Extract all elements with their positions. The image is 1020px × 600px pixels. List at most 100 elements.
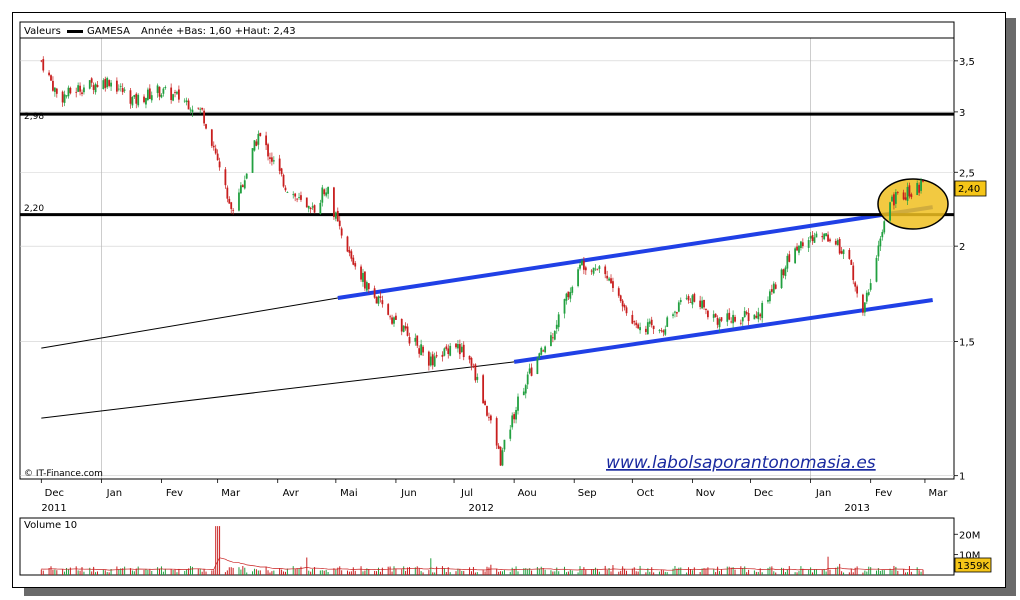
candle-body	[526, 374, 529, 385]
level-label-298: 2,98	[24, 112, 44, 122]
candle-body	[908, 185, 911, 197]
candle-body	[476, 376, 479, 380]
x-month-label: Sep	[578, 488, 597, 499]
candle-body	[798, 245, 800, 253]
candle-body	[271, 157, 273, 162]
candle-body	[158, 86, 161, 97]
candle-body	[110, 82, 112, 87]
candle-body	[734, 316, 736, 322]
candle-body	[619, 295, 622, 301]
level-label-220: 2,20	[24, 204, 44, 214]
candle-body	[325, 192, 328, 196]
candle-body	[406, 326, 409, 336]
candle-body	[732, 314, 734, 324]
candle-body	[360, 266, 362, 280]
candle-body	[92, 85, 95, 90]
candle-body	[538, 353, 541, 359]
stock-chart: Valeurs GAMESA Année +Bas: 1,60 +Haut: 2…	[19, 21, 992, 576]
candle-body	[840, 251, 843, 254]
candle-body	[631, 314, 634, 324]
candle-body	[240, 185, 242, 194]
candle-body	[389, 316, 392, 318]
candle-body	[637, 324, 640, 329]
candle-body	[311, 206, 314, 208]
candle-body	[747, 313, 750, 321]
candle-body	[172, 94, 174, 101]
candle-body	[542, 350, 545, 352]
candle-body	[699, 300, 702, 307]
candle-body	[53, 87, 56, 92]
credit-text: © IT-Finance.com	[24, 469, 103, 479]
candle-body	[730, 321, 733, 323]
candle-body	[338, 220, 341, 227]
candle-body	[739, 322, 742, 324]
candle-body	[115, 80, 118, 92]
candle-body	[745, 312, 748, 314]
candle-body	[352, 257, 355, 265]
candle-body	[117, 88, 120, 90]
candle-body	[265, 135, 267, 146]
candle-body	[362, 272, 364, 282]
candle-body	[530, 367, 533, 376]
watermark-link[interactable]: www.labolsaporantonomasia.es	[606, 453, 876, 473]
candle-body	[800, 241, 802, 249]
candle-body	[703, 299, 705, 308]
candle-body	[782, 269, 785, 276]
candle-body	[278, 158, 281, 171]
candle-body	[877, 245, 880, 257]
candle-body	[243, 180, 246, 189]
candle-body	[567, 291, 570, 298]
candle-body	[488, 417, 490, 419]
candle-body	[889, 202, 891, 221]
candle-body	[472, 366, 475, 368]
candle-body	[693, 293, 696, 302]
candle-body	[83, 87, 85, 93]
candle-body	[336, 210, 339, 222]
candle-body	[484, 401, 486, 406]
candle-body	[81, 92, 83, 95]
candle-body	[422, 346, 424, 353]
candle-body	[269, 157, 271, 159]
candle-body	[893, 194, 895, 206]
candle-body	[815, 233, 818, 238]
candle-body	[922, 180, 924, 182]
y-tick-label: 1,5	[959, 337, 975, 348]
candle-body	[676, 312, 678, 314]
candle-body	[391, 317, 393, 324]
candle-body	[189, 109, 192, 111]
candle-body	[79, 85, 81, 92]
candle-body	[354, 263, 357, 267]
candle-body	[509, 429, 512, 439]
candle-body	[569, 292, 572, 299]
candle-body	[226, 187, 229, 199]
x-month-label: Dec	[45, 488, 64, 499]
x-month-label: Mar	[928, 488, 948, 499]
candle-body	[296, 198, 298, 200]
candle-body	[906, 186, 909, 201]
candle-body	[187, 100, 190, 110]
x-year-label: 2012	[468, 503, 493, 514]
candle-body	[623, 305, 626, 308]
candle-body	[486, 405, 488, 416]
candle-body	[755, 315, 758, 318]
candle-body	[869, 283, 872, 290]
candle-body	[150, 95, 153, 101]
candle-body	[106, 77, 109, 88]
candle-body	[420, 344, 423, 356]
candle-body	[714, 313, 717, 318]
candle-body	[50, 75, 52, 81]
candle-body	[563, 299, 566, 314]
candle-body	[786, 255, 789, 269]
candle-body	[757, 312, 760, 320]
candle-body	[689, 301, 692, 303]
candle-body	[691, 295, 694, 305]
candle-body	[42, 59, 45, 71]
candle-body	[272, 160, 275, 162]
candle-body	[404, 326, 407, 329]
candle-body	[823, 233, 826, 240]
candle-body	[462, 344, 465, 358]
last-price-label: 2,40	[958, 184, 980, 195]
x-month-label: Jan	[106, 488, 122, 499]
candle-body	[894, 192, 897, 204]
price-axis: 3,5 3 2,5 2 1,5 1	[954, 57, 975, 483]
